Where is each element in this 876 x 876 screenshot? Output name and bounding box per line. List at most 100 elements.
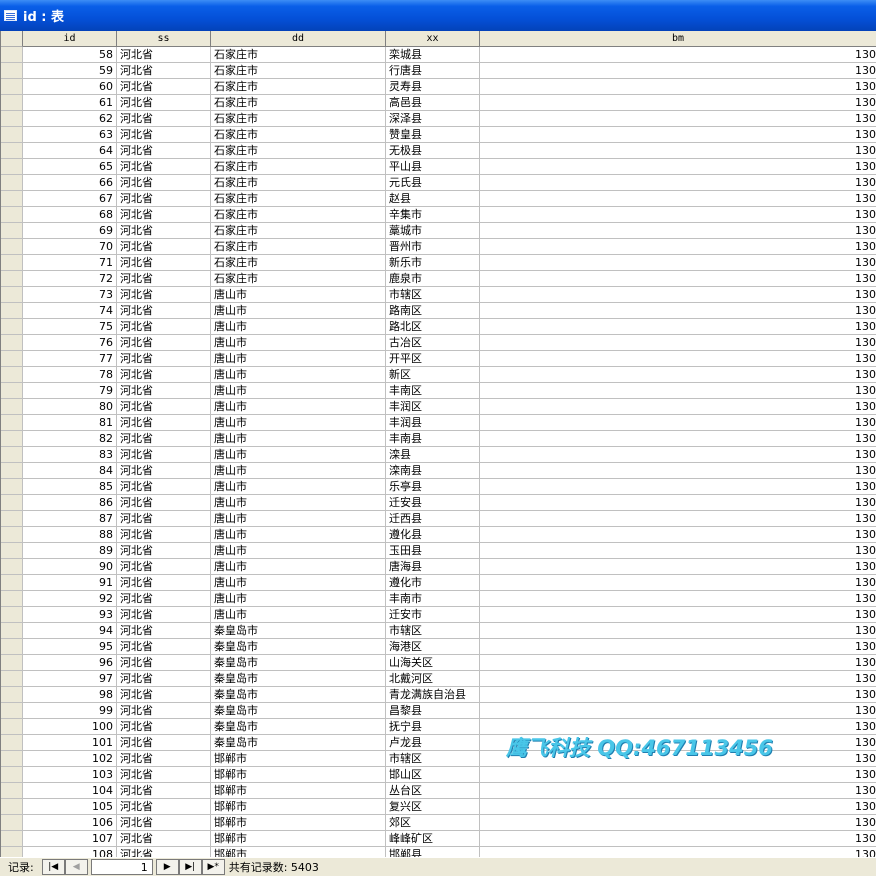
- cell-xx[interactable]: 栾城县: [386, 47, 480, 63]
- cell-id[interactable]: 81: [23, 415, 117, 431]
- row-selector[interactable]: [1, 255, 23, 271]
- cell-bm[interactable]: 130: [480, 495, 876, 511]
- cell-bm[interactable]: 130: [480, 79, 876, 95]
- row-selector[interactable]: [1, 719, 23, 735]
- cell-id[interactable]: 74: [23, 303, 117, 319]
- cell-xx[interactable]: 市辖区: [386, 287, 480, 303]
- cell-xx[interactable]: 遵化市: [386, 575, 480, 591]
- cell-ss[interactable]: 河北省: [117, 847, 211, 857]
- cell-xx[interactable]: 迁安市: [386, 607, 480, 623]
- column-header-dd[interactable]: dd: [211, 31, 386, 47]
- cell-ss[interactable]: 河北省: [117, 335, 211, 351]
- cell-xx[interactable]: 藁城市: [386, 223, 480, 239]
- cell-ss[interactable]: 河北省: [117, 175, 211, 191]
- cell-xx[interactable]: 滦南县: [386, 463, 480, 479]
- table-row[interactable]: 108 河北省 邯郸市 邯郸县 130: [1, 847, 876, 857]
- cell-ss[interactable]: 河北省: [117, 143, 211, 159]
- cell-ss[interactable]: 河北省: [117, 47, 211, 63]
- table-row[interactable]: 86 河北省 唐山市 迁安县 130: [1, 495, 876, 511]
- cell-dd[interactable]: 唐山市: [211, 383, 386, 399]
- row-selector[interactable]: [1, 543, 23, 559]
- table-row[interactable]: 83 河北省 唐山市 滦县 130: [1, 447, 876, 463]
- cell-ss[interactable]: 河北省: [117, 207, 211, 223]
- select-all-corner[interactable]: [1, 31, 23, 47]
- cell-ss[interactable]: 河北省: [117, 111, 211, 127]
- cell-xx[interactable]: 路南区: [386, 303, 480, 319]
- row-selector[interactable]: [1, 447, 23, 463]
- cell-xx[interactable]: 抚宁县: [386, 719, 480, 735]
- cell-dd[interactable]: 石家庄市: [211, 191, 386, 207]
- table-row[interactable]: 96 河北省 秦皇岛市 山海关区 130: [1, 655, 876, 671]
- cell-xx[interactable]: 新区: [386, 367, 480, 383]
- cell-ss[interactable]: 河北省: [117, 271, 211, 287]
- row-selector[interactable]: [1, 319, 23, 335]
- cell-bm[interactable]: 130: [480, 319, 876, 335]
- cell-bm[interactable]: 130: [480, 591, 876, 607]
- cell-bm[interactable]: 130: [480, 527, 876, 543]
- cell-xx[interactable]: 古冶区: [386, 335, 480, 351]
- window-titlebar[interactable]: id : 表: [0, 0, 876, 31]
- table-row[interactable]: 87 河北省 唐山市 迁西县 130: [1, 511, 876, 527]
- cell-bm[interactable]: 130: [480, 271, 876, 287]
- cell-bm[interactable]: 130: [480, 799, 876, 815]
- cell-bm[interactable]: 130: [480, 511, 876, 527]
- cell-id[interactable]: 102: [23, 751, 117, 767]
- cell-bm[interactable]: 130: [480, 111, 876, 127]
- cell-bm[interactable]: 130: [480, 239, 876, 255]
- cell-xx[interactable]: 丰润区: [386, 399, 480, 415]
- cell-bm[interactable]: 130: [480, 431, 876, 447]
- cell-xx[interactable]: 峰峰矿区: [386, 831, 480, 847]
- row-selector[interactable]: [1, 95, 23, 111]
- cell-ss[interactable]: 河北省: [117, 383, 211, 399]
- cell-id[interactable]: 103: [23, 767, 117, 783]
- cell-xx[interactable]: 新乐市: [386, 255, 480, 271]
- cell-ss[interactable]: 河北省: [117, 639, 211, 655]
- cell-id[interactable]: 70: [23, 239, 117, 255]
- cell-bm[interactable]: 130: [480, 95, 876, 111]
- table-row[interactable]: 94 河北省 秦皇岛市 市辖区 130: [1, 623, 876, 639]
- cell-dd[interactable]: 唐山市: [211, 303, 386, 319]
- cell-id[interactable]: 106: [23, 815, 117, 831]
- row-selector[interactable]: [1, 383, 23, 399]
- cell-xx[interactable]: 青龙满族自治县: [386, 687, 480, 703]
- row-selector[interactable]: [1, 511, 23, 527]
- cell-id[interactable]: 80: [23, 399, 117, 415]
- row-selector[interactable]: [1, 431, 23, 447]
- table-row[interactable]: 69 河北省 石家庄市 藁城市 130: [1, 223, 876, 239]
- row-selector[interactable]: [1, 527, 23, 543]
- table-row[interactable]: 81 河北省 唐山市 丰润县 130: [1, 415, 876, 431]
- table-row[interactable]: 70 河北省 石家庄市 晋州市 130: [1, 239, 876, 255]
- cell-xx[interactable]: 赵县: [386, 191, 480, 207]
- cell-bm[interactable]: 130: [480, 63, 876, 79]
- cell-ss[interactable]: 河北省: [117, 447, 211, 463]
- cell-ss[interactable]: 河北省: [117, 95, 211, 111]
- cell-id[interactable]: 97: [23, 671, 117, 687]
- row-selector[interactable]: [1, 239, 23, 255]
- cell-ss[interactable]: 河北省: [117, 591, 211, 607]
- cell-bm[interactable]: 130: [480, 415, 876, 431]
- row-selector[interactable]: [1, 303, 23, 319]
- cell-xx[interactable]: 高邑县: [386, 95, 480, 111]
- cell-dd[interactable]: 石家庄市: [211, 127, 386, 143]
- table-row[interactable]: 88 河北省 唐山市 遵化县 130: [1, 527, 876, 543]
- table-row[interactable]: 106 河北省 邯郸市 郊区 130: [1, 815, 876, 831]
- cell-bm[interactable]: 130: [480, 383, 876, 399]
- cell-id[interactable]: 60: [23, 79, 117, 95]
- row-selector[interactable]: [1, 127, 23, 143]
- table-row[interactable]: 67 河北省 石家庄市 赵县 130: [1, 191, 876, 207]
- table-row[interactable]: 98 河北省 秦皇岛市 青龙满族自治县 130: [1, 687, 876, 703]
- cell-dd[interactable]: 唐山市: [211, 591, 386, 607]
- cell-bm[interactable]: 130: [480, 399, 876, 415]
- cell-bm[interactable]: 130: [480, 47, 876, 63]
- cell-xx[interactable]: 元氏县: [386, 175, 480, 191]
- cell-id[interactable]: 64: [23, 143, 117, 159]
- table-row[interactable]: 66 河北省 石家庄市 元氏县 130: [1, 175, 876, 191]
- cell-xx[interactable]: 卢龙县: [386, 735, 480, 751]
- cell-bm[interactable]: 130: [480, 463, 876, 479]
- row-selector[interactable]: [1, 735, 23, 751]
- cell-xx[interactable]: 辛集市: [386, 207, 480, 223]
- cell-id[interactable]: 63: [23, 127, 117, 143]
- row-selector[interactable]: [1, 111, 23, 127]
- cell-xx[interactable]: 山海关区: [386, 655, 480, 671]
- row-selector[interactable]: [1, 399, 23, 415]
